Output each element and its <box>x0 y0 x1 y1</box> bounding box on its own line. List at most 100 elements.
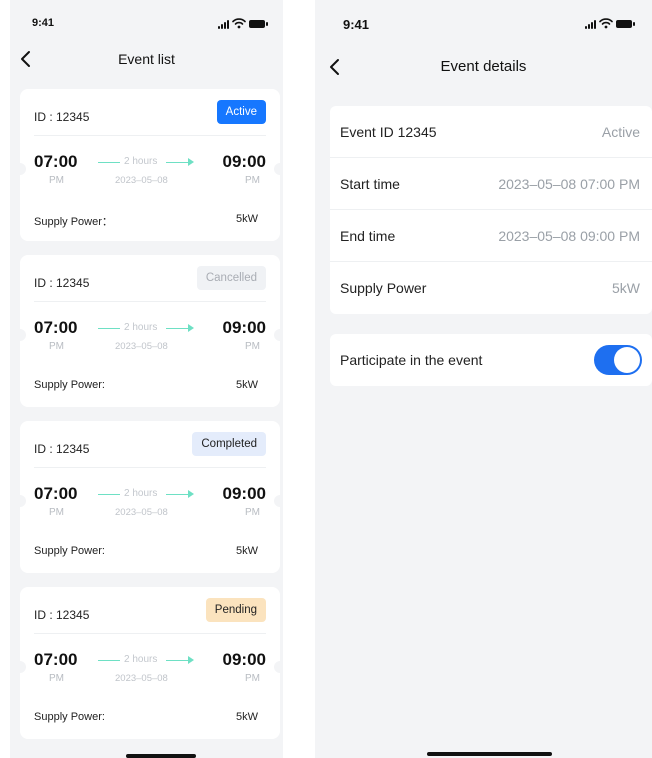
event-card[interactable]: ID : 12345 Completed 07:00 PM 2 hours 20… <box>14 421 283 573</box>
status-badge: Completed <box>192 432 266 456</box>
duration-line <box>166 162 190 163</box>
event-id: ID : 12345 <box>34 608 90 622</box>
participate-row: Participate in the event <box>330 334 652 386</box>
duration-line <box>98 660 120 661</box>
start-time: 07:00 <box>34 152 78 171</box>
event-card[interactable]: ID : 12345 Active 07:00 PM 2 hours 2023–… <box>14 89 283 241</box>
detail-row-event-id: Event ID 12345 Active <box>330 106 652 158</box>
status-bar: 9:41 <box>315 0 652 40</box>
detail-label: Event ID 12345 <box>340 124 437 140</box>
card-notch <box>274 163 283 175</box>
event-date: 2023–05–08 <box>115 341 168 352</box>
duration-line <box>98 328 120 329</box>
detail-label: Start time <box>340 176 400 192</box>
end-ampm: PM <box>245 673 260 684</box>
divider <box>34 135 266 136</box>
detail-label: End time <box>340 228 396 244</box>
duration-text: 2 hours <box>124 156 158 167</box>
event-id: ID : 12345 <box>34 276 90 290</box>
start-time: 07:00 <box>34 484 78 503</box>
arrow-right-icon <box>188 324 194 332</box>
supply-power-label: Supply Power: <box>34 711 105 723</box>
signal-icon <box>585 19 596 29</box>
detail-row-start-time: Start time 2023–05–08 07:00 PM <box>330 158 652 210</box>
supply-power-value: 5kW <box>236 379 258 391</box>
divider <box>34 633 266 634</box>
arrow-right-icon <box>188 158 194 166</box>
card-notch <box>14 661 26 673</box>
end-time: 09:00 <box>222 484 266 503</box>
detail-row-supply-power: Supply Power 5kW <box>330 262 652 314</box>
divider <box>34 467 266 468</box>
participate-section: Participate in the event <box>330 334 652 386</box>
detail-value: 5kW <box>612 280 640 296</box>
status-badge: Cancelled <box>196 266 266 290</box>
nav-bar: Event list <box>10 44 283 74</box>
start-ampm: PM <box>49 673 64 684</box>
event-date: 2023–05–08 <box>115 673 168 684</box>
event-details-list: Event ID 12345 Active Start time 2023–05… <box>330 106 652 314</box>
status-badge: Active <box>216 100 266 124</box>
end-time: 09:00 <box>222 318 266 337</box>
event-card[interactable]: ID : 12345 Cancelled 07:00 PM 2 hours 20… <box>14 255 283 407</box>
divider <box>34 301 266 302</box>
start-ampm: PM <box>49 175 64 186</box>
start-ampm: PM <box>49 341 64 352</box>
event-list-screen: 9:41 Event list ID : 12345 Active 07:00 … <box>10 0 283 758</box>
wifi-icon <box>232 18 246 29</box>
duration-line <box>98 162 120 163</box>
card-notch <box>274 495 283 507</box>
event-details-screen: 9:41 Event details Event ID 12345 Active… <box>315 0 652 758</box>
status-time: 9:41 <box>343 17 370 32</box>
nav-bar: Event details <box>315 52 652 82</box>
battery-icon <box>249 20 268 28</box>
system-icons <box>218 17 268 29</box>
signal-icon <box>218 19 229 29</box>
participate-label: Participate in the event <box>340 352 483 368</box>
detail-row-end-time: End time 2023–05–08 09:00 PM <box>330 210 652 262</box>
duration-indicator: 2 hours <box>98 156 198 170</box>
event-card[interactable]: ID : 12345 Pending 07:00 PM 2 hours 2023… <box>14 587 283 739</box>
detail-label: Supply Power <box>340 280 427 296</box>
event-id: ID : 12345 <box>34 110 90 124</box>
system-icons <box>585 17 635 29</box>
card-notch <box>274 329 283 341</box>
detail-value: 2023–05–08 09:00 PM <box>498 228 640 244</box>
duration-text: 2 hours <box>124 654 158 665</box>
status-time: 9:41 <box>32 17 55 29</box>
participate-toggle[interactable] <box>594 345 642 375</box>
supply-power-label: Supply Power： <box>34 216 113 228</box>
end-ampm: PM <box>245 507 260 518</box>
supply-power-label: Supply Power: <box>34 545 105 557</box>
supply-power-value: 5kW <box>236 711 258 723</box>
arrow-right-icon <box>188 490 194 498</box>
battery-icon <box>616 20 635 28</box>
start-ampm: PM <box>49 507 64 518</box>
home-indicator[interactable] <box>427 752 552 756</box>
duration-line <box>166 660 190 661</box>
duration-text: 2 hours <box>124 322 158 333</box>
event-date: 2023–05–08 <box>115 507 168 518</box>
duration-indicator: 2 hours <box>98 322 198 336</box>
card-notch <box>14 495 26 507</box>
status-bar: 9:41 <box>10 0 283 40</box>
home-indicator[interactable] <box>126 754 196 758</box>
status-badge: Pending <box>205 598 266 622</box>
supply-power-value: 5kW <box>236 213 258 225</box>
end-ampm: PM <box>245 341 260 352</box>
supply-power-label: Supply Power: <box>34 379 105 391</box>
duration-line <box>166 328 190 329</box>
wifi-icon <box>599 18 613 29</box>
duration-indicator: 2 hours <box>98 654 198 668</box>
duration-line <box>166 494 190 495</box>
card-notch <box>14 163 26 175</box>
page-title: Event list <box>118 51 175 67</box>
event-date: 2023–05–08 <box>115 175 168 186</box>
toggle-knob <box>614 347 640 373</box>
supply-power-value: 5kW <box>236 545 258 557</box>
end-ampm: PM <box>245 175 260 186</box>
card-notch <box>14 329 26 341</box>
detail-value: 2023–05–08 07:00 PM <box>498 176 640 192</box>
event-id: ID : 12345 <box>34 442 90 456</box>
card-notch <box>274 661 283 673</box>
